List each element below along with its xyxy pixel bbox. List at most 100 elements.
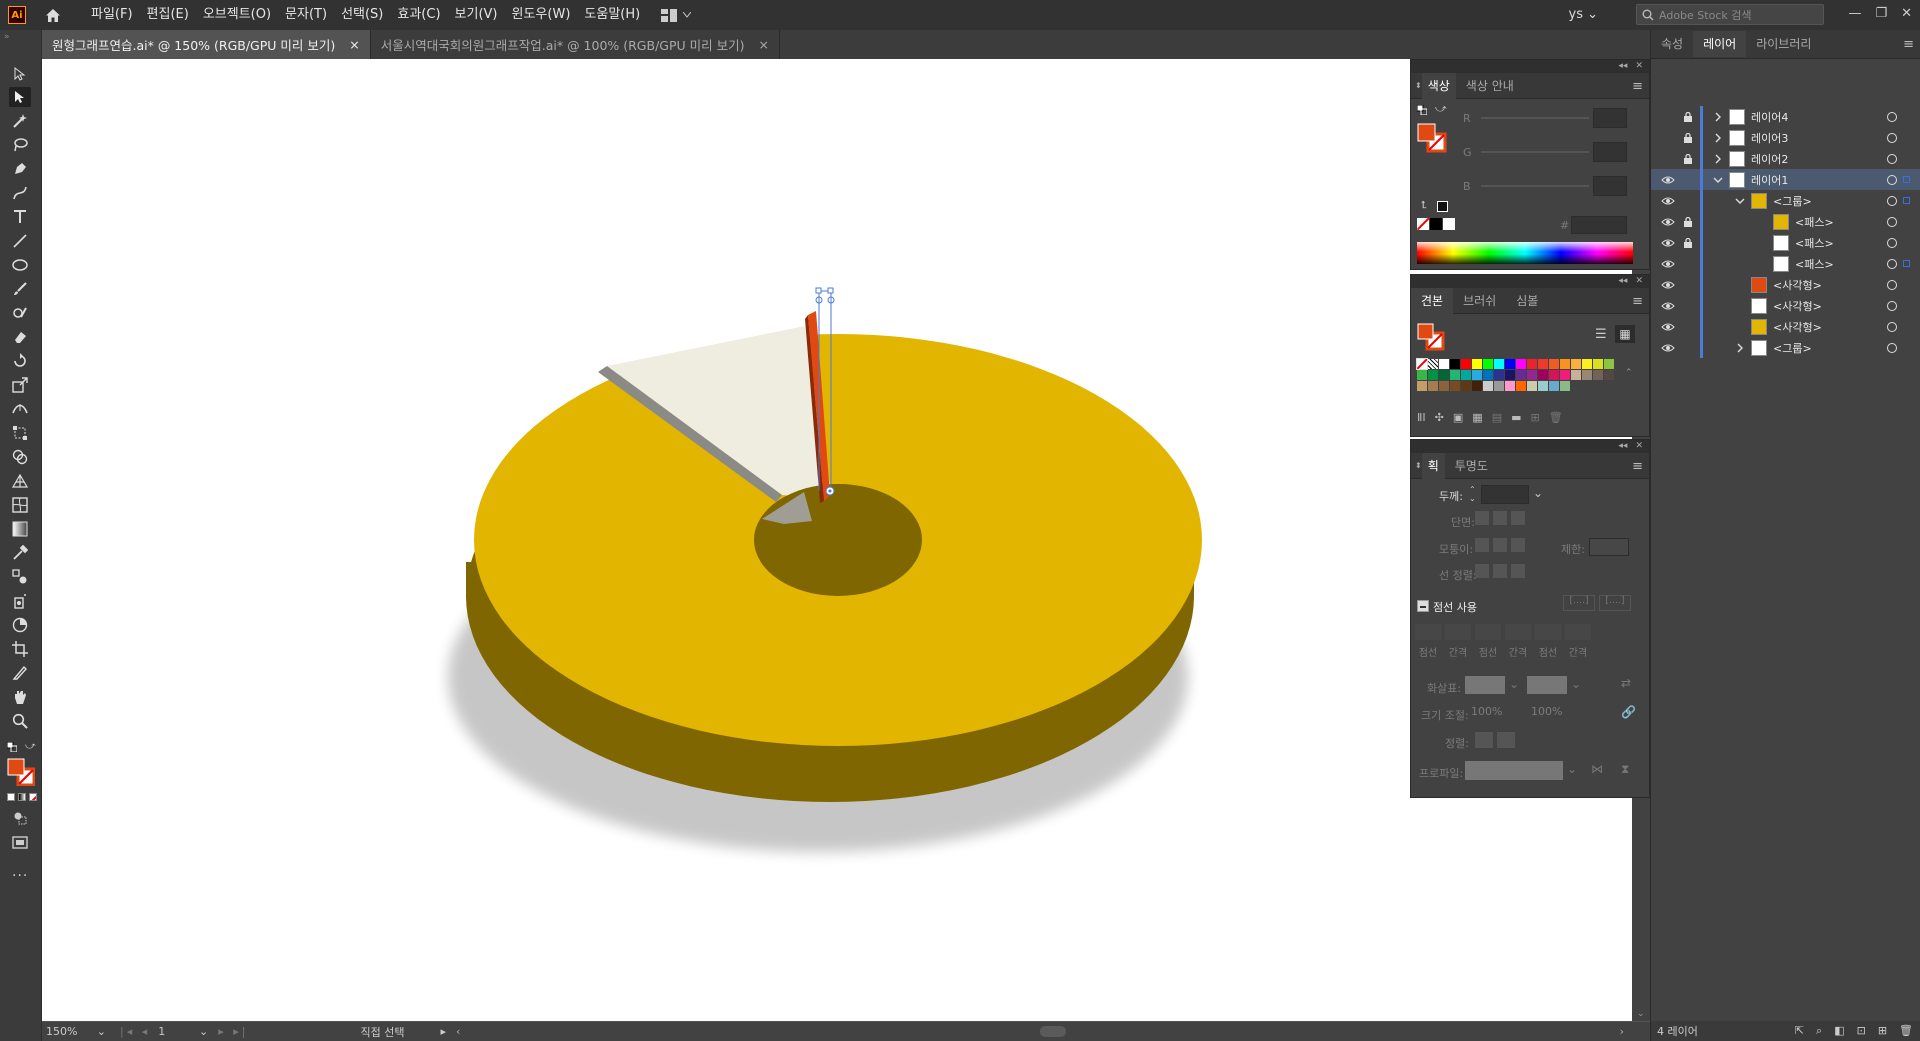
eyedropper-tool-icon[interactable] <box>9 543 31 563</box>
arrow-extend-button[interactable] <box>1475 732 1493 748</box>
fill-stroke-swatch[interactable] <box>7 758 36 789</box>
swatch-fill-stroke[interactable] <box>1417 323 1445 354</box>
swatch[interactable] <box>1604 359 1614 369</box>
swatch[interactable] <box>1516 381 1526 391</box>
swatch[interactable] <box>1516 370 1526 380</box>
paintbrush-tool-icon[interactable] <box>9 279 31 299</box>
swatch[interactable] <box>1505 381 1515 391</box>
swatch[interactable] <box>1582 359 1592 369</box>
swatch-options-icon[interactable]: ▣ <box>1453 411 1463 424</box>
line-tool-icon[interactable] <box>9 231 31 251</box>
panel-menu-icon[interactable]: ≡ <box>1903 37 1914 52</box>
menu-item-2[interactable]: 오브젝트(O) <box>196 0 278 30</box>
white-swatch[interactable] <box>1443 218 1455 230</box>
chart-slice-yellow[interactable] <box>474 334 1202 746</box>
expand-chevron-icon[interactable] <box>1713 133 1723 143</box>
channel-r-slider[interactable] <box>1481 117 1589 119</box>
swatch[interactable] <box>1439 381 1449 391</box>
align-inside-button[interactable] <box>1493 564 1507 578</box>
chevron-down-icon[interactable]: ⌄ <box>1533 486 1543 500</box>
shaper-tool-icon[interactable] <box>9 303 31 323</box>
expand-chevron-icon[interactable] <box>1713 112 1723 122</box>
swatch[interactable] <box>1582 370 1592 380</box>
target-circle-icon[interactable] <box>1887 342 1897 353</box>
swatch[interactable] <box>1461 370 1471 380</box>
swatch[interactable] <box>1538 370 1548 380</box>
layer-row[interactable]: 레이어4 <box>1651 106 1920 127</box>
swatch[interactable] <box>1494 359 1504 369</box>
swatch[interactable] <box>1593 359 1603 369</box>
tab-brushes[interactable]: 브러쉬 <box>1453 288 1506 314</box>
home-icon[interactable] <box>44 6 62 24</box>
menu-item-0[interactable]: 파일(F) <box>84 0 140 30</box>
panel-menu-icon[interactable]: ≡ <box>1632 79 1643 94</box>
color-group-icon[interactable]: ▦ <box>1472 411 1482 424</box>
list-view-icon[interactable]: ☰ <box>1595 327 1607 342</box>
target-circle-icon[interactable] <box>1887 132 1897 143</box>
swatch[interactable] <box>1494 381 1504 391</box>
limit-input[interactable] <box>1589 538 1629 556</box>
hex-input[interactable] <box>1571 216 1627 234</box>
stroke-weight-stepper[interactable]: ⌃ ⌄ <box>1469 485 1479 503</box>
new-sublayer-icon[interactable]: ⊡ <box>1857 1024 1866 1038</box>
dash-input[interactable] <box>1535 624 1561 640</box>
clipping-mask-icon[interactable]: ◧ <box>1834 1024 1844 1038</box>
layer-row[interactable]: <패스> <box>1651 253 1920 274</box>
panel-menu-icon[interactable]: ≡ <box>1632 294 1643 309</box>
rotate-tool-icon[interactable] <box>9 351 31 371</box>
arrow-place-button[interactable] <box>1497 732 1515 748</box>
zoom-select[interactable]: 150% ⌄ <box>46 1024 110 1039</box>
lock-toggle[interactable] <box>1683 322 1693 332</box>
swatch[interactable] <box>1472 359 1482 369</box>
tab-libraries[interactable]: 라이브러리 <box>1746 31 1821 57</box>
target-circle-icon[interactable] <box>1887 195 1897 206</box>
eraser-tool-icon[interactable] <box>9 327 31 347</box>
bevel-join-button[interactable] <box>1511 538 1525 552</box>
menu-item-4[interactable]: 선택(S) <box>334 0 390 30</box>
default-colors-icon[interactable] <box>6 741 18 755</box>
collapse-toolbar-icon[interactable]: » <box>4 32 10 42</box>
lock-toggle[interactable] <box>1683 280 1693 290</box>
lock-toggle[interactable] <box>1683 259 1693 269</box>
close-panel-icon[interactable]: ✕ <box>1635 275 1643 288</box>
menu-item-5[interactable]: 효과(C) <box>390 0 447 30</box>
swatch[interactable] <box>1560 370 1570 380</box>
arrow-scale-start[interactable]: 100% <box>1471 705 1502 718</box>
swatch[interactable] <box>1417 381 1427 391</box>
swatch[interactable] <box>1428 370 1438 380</box>
swatch[interactable] <box>1450 381 1460 391</box>
ellipse-tool-icon[interactable] <box>9 255 31 275</box>
collapse-chevron-icon[interactable] <box>1735 196 1745 206</box>
scroll-right-icon[interactable]: › <box>1620 1025 1624 1038</box>
default-fill-stroke-icon[interactable] <box>1416 104 1428 118</box>
swatch-library-icon[interactable]: ⅡⅠ <box>1417 411 1426 424</box>
menu-item-6[interactable]: 보기(V) <box>448 0 505 30</box>
new-color-group-icon[interactable]: ▬ <box>1511 411 1521 424</box>
swatch-kind-icon[interactable]: ✣ <box>1435 411 1444 424</box>
swatch-scrollbar[interactable]: ⌃ <box>1625 357 1633 389</box>
dash-input[interactable] <box>1415 624 1441 640</box>
tab-stroke[interactable]: 획 <box>1421 452 1445 479</box>
visibility-eye-icon[interactable] <box>1661 301 1675 311</box>
swatch[interactable] <box>1571 359 1581 369</box>
swatch[interactable] <box>1428 381 1438 391</box>
swatch[interactable] <box>1538 359 1548 369</box>
tab-layers[interactable]: 레이어 <box>1693 31 1747 57</box>
swatch[interactable] <box>1450 370 1460 380</box>
tab-swatches[interactable]: 견본 <box>1411 287 1454 314</box>
butt-cap-button[interactable] <box>1475 511 1489 525</box>
free-transform-tool-icon[interactable] <box>9 423 31 443</box>
mesh-tool-icon[interactable] <box>9 495 31 515</box>
profile-select[interactable] <box>1465 761 1563 780</box>
lock-icon[interactable] <box>1683 237 1693 248</box>
swatch[interactable] <box>1516 359 1526 369</box>
draw-mode-icon[interactable] <box>9 808 31 828</box>
lock-icon[interactable] <box>1683 216 1693 227</box>
target-circle-icon[interactable] <box>1887 174 1897 185</box>
swatch[interactable] <box>1428 359 1438 369</box>
lock-toggle[interactable] <box>1683 343 1693 353</box>
perspective-grid-tool-icon[interactable] <box>9 471 31 491</box>
swatch[interactable] <box>1549 370 1559 380</box>
swap-fill-stroke-icon[interactable]: ⤻ <box>1435 102 1447 116</box>
swatch[interactable] <box>1527 370 1537 380</box>
